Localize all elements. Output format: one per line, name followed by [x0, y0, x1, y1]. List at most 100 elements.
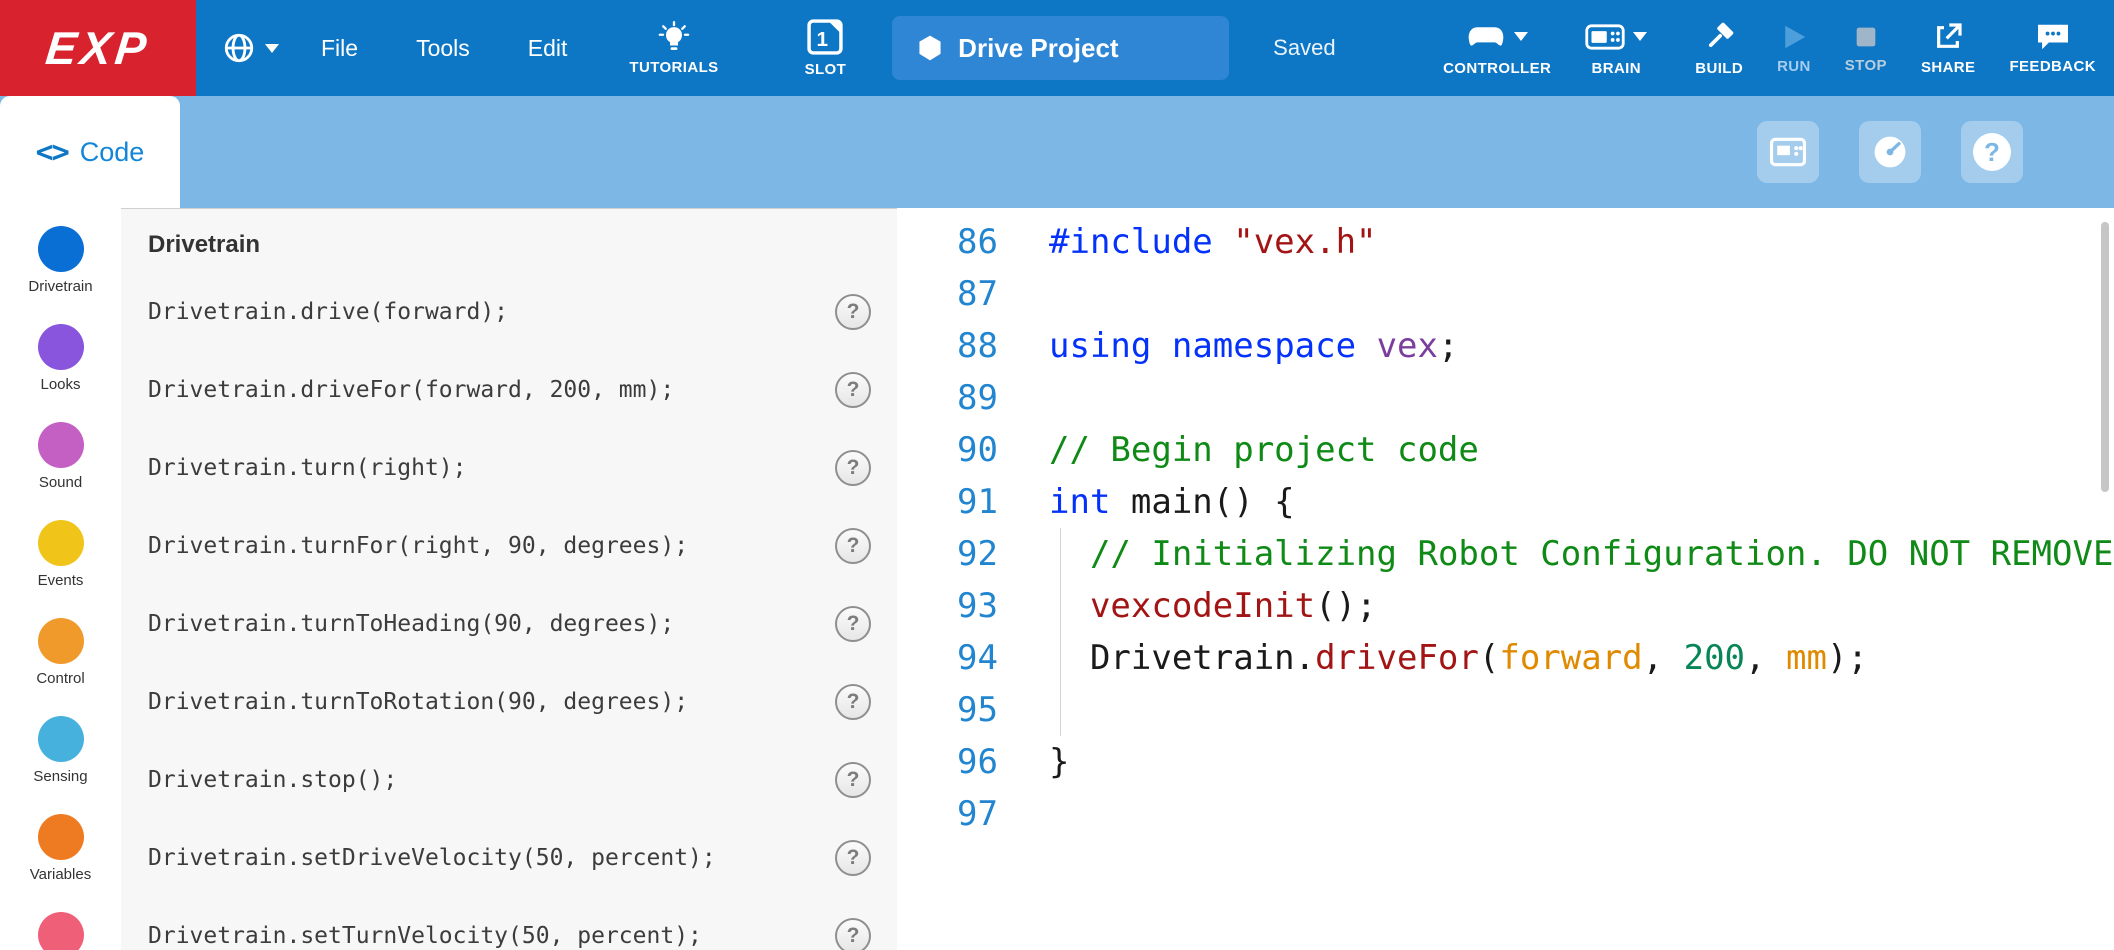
menu-file[interactable]: File [321, 35, 358, 62]
command-help-button[interactable]: ? [835, 684, 871, 720]
brain-device-icon [1769, 136, 1807, 168]
code-editor[interactable]: 86 #include "vex.h" 87 88 using namespac… [897, 208, 2114, 950]
language-selector[interactable] [222, 0, 279, 96]
command-help-button[interactable]: ? [835, 762, 871, 798]
code-line: 94 Drivetrain.driveFor(forward, 200, mm)… [897, 632, 2114, 684]
code-line: 96 } [897, 736, 2114, 788]
sidebar-category[interactable]: Events [0, 520, 121, 590]
line-content [998, 372, 1049, 424]
slot-button[interactable]: 1 SLOT [805, 0, 847, 96]
command-item[interactable]: Drivetrain.setDriveVelocity(50, percent)… [121, 819, 897, 897]
line-content: // Begin project code [998, 424, 1479, 476]
code-line: 87 [897, 268, 2114, 320]
tutorials-button[interactable]: TUTORIALS [629, 0, 718, 96]
command-help-button[interactable]: ? [835, 450, 871, 486]
feedback-button[interactable]: FEEDBACK [2009, 22, 2096, 75]
question-mark-icon: ? [1973, 133, 2011, 171]
sidebar-category[interactable]: Sound [0, 422, 121, 492]
command-help-button[interactable]: ? [835, 528, 871, 564]
run-button[interactable]: RUN [1777, 22, 1811, 75]
project-name-button[interactable]: Drive Project [892, 16, 1229, 80]
line-content: // Initializing Robot Configuration. DO … [998, 528, 2114, 580]
command-item[interactable]: Drivetrain.stop(); ? [121, 741, 897, 819]
menu-bar: File Tools Edit [321, 0, 567, 96]
line-content: Drivetrain.driveFor(forward, 200, mm); [998, 632, 1868, 684]
command-text: Drivetrain.turn(right); [148, 455, 835, 481]
sidebar-category[interactable]: Drivetrain [0, 226, 121, 296]
line-number: 86 [897, 216, 998, 268]
scrollbar-thumb[interactable] [2101, 222, 2109, 492]
chevron-down-icon [1514, 32, 1528, 41]
command-text: Drivetrain.turnFor(right, 90, degrees); [148, 533, 835, 559]
gauge-icon [1872, 134, 1908, 170]
menu-tools[interactable]: Tools [416, 35, 470, 62]
feedback-label: FEEDBACK [2009, 58, 2096, 75]
tabbar: <> Code ? [0, 96, 2114, 208]
command-list: Drivetrain.drive(forward); ? Drivetrain.… [121, 273, 897, 950]
command-panel: Drivetrain Drivetrain.drive(forward); ? … [121, 208, 897, 950]
device-info-button[interactable] [1757, 121, 1819, 183]
code-line: 92 // Initializing Robot Configuration. … [897, 528, 2114, 580]
command-help-button[interactable]: ? [835, 918, 871, 950]
stop-label: STOP [1845, 57, 1887, 74]
command-text: Drivetrain.setTurnVelocity(50, percent); [148, 923, 835, 949]
line-number: 96 [897, 736, 998, 788]
line-content: using namespace vex; [998, 320, 1458, 372]
slot-number: 1 [817, 28, 829, 51]
sidebar-category[interactable]: Variables [0, 814, 121, 884]
brain-button[interactable]: BRAIN [1585, 20, 1647, 77]
sidebar-category[interactable]: Sensing [0, 716, 121, 786]
tab-code[interactable]: <> Code [0, 96, 180, 208]
sidebar-category[interactable]: Looks [0, 324, 121, 394]
controller-icon [1466, 24, 1506, 50]
command-text: Drivetrain.turnToHeading(90, degrees); [148, 611, 835, 637]
command-item[interactable]: Drivetrain.turn(right); ? [121, 429, 897, 507]
build-label: BUILD [1695, 60, 1743, 77]
code-line: 93 vexcodeInit(); [897, 580, 2114, 632]
line-number: 91 [897, 476, 998, 528]
topbar-actions: CONTROLLER BRAIN [1443, 0, 2114, 96]
stop-icon [1852, 23, 1880, 51]
command-item[interactable]: Drivetrain.turnToRotation(90, degrees); … [121, 663, 897, 741]
code-line: 89 [897, 372, 2114, 424]
run-label: RUN [1777, 58, 1811, 75]
line-content [998, 788, 1049, 840]
command-help-button[interactable]: ? [835, 840, 871, 876]
dashboard-button[interactable] [1859, 121, 1921, 183]
command-item[interactable]: Drivetrain.turnToHeading(90, degrees); ? [121, 585, 897, 663]
command-text: Drivetrain.drive(forward); [148, 299, 835, 325]
controller-button[interactable]: CONTROLLER [1443, 20, 1551, 77]
menu-edit[interactable]: Edit [528, 35, 568, 62]
hexagon-icon [916, 34, 944, 62]
command-item[interactable]: Drivetrain.setTurnVelocity(50, percent);… [121, 897, 897, 950]
category-circle-icon [38, 520, 84, 566]
topbar: EXP File Tools Edit [0, 0, 2114, 96]
command-help-button[interactable]: ? [835, 606, 871, 642]
command-item[interactable]: Drivetrain.turnFor(right, 90, degrees); … [121, 507, 897, 585]
code-lines: 86 #include "vex.h" 87 88 using namespac… [897, 216, 2114, 840]
command-item[interactable]: Drivetrain.driveFor(forward, 200, mm); ? [121, 351, 897, 429]
chevron-down-icon [265, 44, 279, 53]
command-item[interactable]: Drivetrain.drive(forward); ? [121, 273, 897, 351]
sidebar-category[interactable]: Control [0, 618, 121, 688]
code-brackets-icon: <> [36, 135, 68, 170]
help-button[interactable]: ? [1961, 121, 2023, 183]
category-circle-icon [38, 226, 84, 272]
stop-button[interactable]: STOP [1845, 23, 1887, 74]
command-text: Drivetrain.setDriveVelocity(50, percent)… [148, 845, 835, 871]
brain-icon [1585, 24, 1625, 50]
line-content: vexcodeInit(); [998, 580, 1377, 632]
command-help-button[interactable]: ? [835, 372, 871, 408]
hammer-build-icon [1702, 20, 1736, 54]
command-help-button[interactable]: ? [835, 294, 871, 330]
category-label: Sensing [33, 768, 87, 786]
code-line: 95 [897, 684, 2114, 736]
category-label: Control [36, 670, 84, 688]
category-label: Drivetrain [28, 278, 92, 296]
line-number: 92 [897, 528, 998, 580]
build-button[interactable]: BUILD [1695, 20, 1743, 77]
share-button[interactable]: SHARE [1921, 21, 1976, 76]
sidebar-category[interactable] [0, 912, 121, 950]
command-panel-title: Drivetrain [121, 209, 897, 259]
line-content: #include "vex.h" [998, 216, 1377, 268]
